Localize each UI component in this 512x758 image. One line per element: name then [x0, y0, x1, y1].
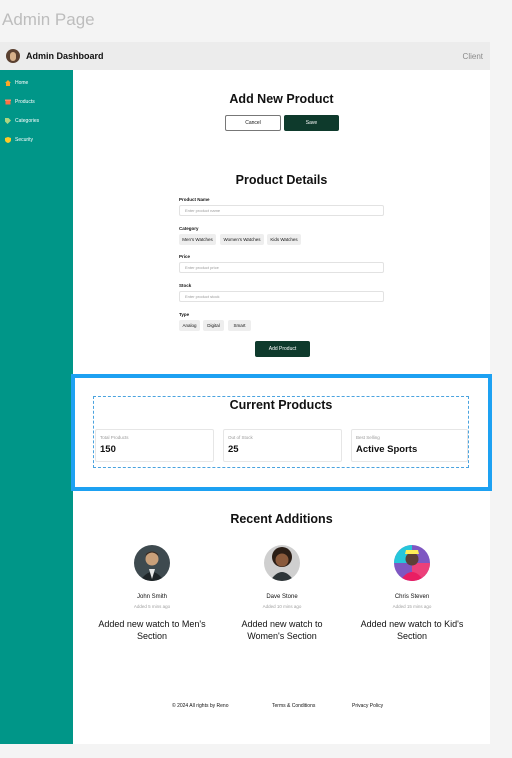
stat-label: Total Products	[100, 435, 129, 440]
stat-value: Active Sports	[356, 444, 418, 455]
price-label: Price	[179, 254, 191, 259]
person-time: Added 15 mins ago	[392, 604, 432, 609]
person-name: Chris Steven	[394, 594, 430, 600]
shield-icon	[5, 137, 11, 143]
product-name-input[interactable]: Enter product name	[179, 205, 384, 216]
type-chip-smart[interactable]: Smart	[228, 320, 251, 331]
tag-icon	[5, 118, 11, 124]
sidebar-item-categories[interactable]: Categories	[5, 118, 39, 124]
footer-privacy-link[interactable]: Privacy Policy	[352, 703, 383, 709]
stock-label: Stock	[179, 283, 192, 288]
product-details-title: Product Details	[235, 173, 328, 187]
avatar	[394, 545, 430, 581]
cancel-button[interactable]: Cancel	[225, 115, 281, 131]
box-icon	[5, 99, 11, 105]
person-name: John Smith	[136, 594, 167, 600]
save-button[interactable]: Save	[284, 115, 339, 131]
product-name-label: Product Name	[179, 197, 210, 202]
activity-text: Added new watch to Kid's Section	[360, 619, 464, 641]
recent-additions-title: Recent Additions	[230, 512, 333, 526]
page-label: Admin Page	[2, 10, 95, 29]
stat-label: Out of Stock	[228, 435, 253, 440]
sidebar: Home Products Categories Security	[0, 70, 73, 744]
category-chip-womens[interactable]: Women's Watches	[220, 234, 264, 245]
stat-label: Best Selling	[356, 435, 380, 440]
price-input[interactable]: Enter product price	[179, 262, 384, 273]
person-name: Dave Stone	[266, 594, 298, 600]
top-bar: Admin Dashboard Client	[0, 42, 490, 70]
type-chip-analog[interactable]: Analog	[179, 320, 200, 331]
stock-input[interactable]: Enter product stock	[179, 291, 384, 302]
sidebar-item-home[interactable]: Home	[5, 80, 28, 86]
sidebar-item-label: Home	[15, 80, 29, 86]
sidebar-item-label: Products	[15, 99, 35, 105]
footer-copyright: © 2024 All rights by Reno	[172, 703, 229, 709]
client-link[interactable]: Client	[463, 52, 483, 61]
stat-card-best-selling: Best Selling Active Sports	[351, 429, 468, 462]
recent-item-john: John Smith Added 5 mins ago Added new wa…	[92, 545, 212, 642]
stat-value: 25	[228, 444, 239, 455]
footer-terms-link[interactable]: Terms & Conditions	[272, 703, 315, 709]
home-icon	[5, 80, 11, 86]
activity-text: Added new watch to Women's Section	[241, 619, 323, 641]
stat-card-out-of-stock: Out of Stock 25	[223, 429, 342, 462]
recent-item-chris: Chris Steven Added 15 mins ago Added new…	[352, 545, 472, 642]
avatar	[264, 545, 300, 581]
recent-item-dave: Dave Stone Added 10 mins ago Added new w…	[222, 545, 342, 642]
person-time: Added 5 mins ago	[133, 604, 171, 609]
stat-card-total: Total Products 150	[95, 429, 214, 462]
type-chip-digital[interactable]: Digital	[203, 320, 224, 331]
admin-avatar[interactable]	[6, 49, 20, 63]
type-label: Type	[179, 312, 190, 317]
sidebar-item-label: Security	[15, 137, 34, 143]
activity-text: Added new watch to Men's Section	[98, 619, 206, 641]
add-product-button[interactable]: Add Product	[255, 341, 310, 357]
category-chip-kids[interactable]: Kids Watches	[267, 234, 301, 245]
sidebar-item-products[interactable]: Products	[5, 99, 35, 105]
stat-value: 150	[100, 444, 116, 455]
current-products-title: Current Products	[229, 398, 333, 412]
app-title: Admin Dashboard	[26, 51, 104, 61]
add-product-title: Add New Product	[229, 92, 334, 106]
person-time: Added 10 mins ago	[262, 604, 302, 609]
sidebar-item-label: Categories	[15, 118, 40, 124]
avatar	[134, 545, 170, 581]
sidebar-item-security[interactable]: Security	[5, 137, 33, 143]
category-label: Category	[179, 226, 199, 231]
category-chip-mens[interactable]: Men's Watches	[179, 234, 216, 245]
